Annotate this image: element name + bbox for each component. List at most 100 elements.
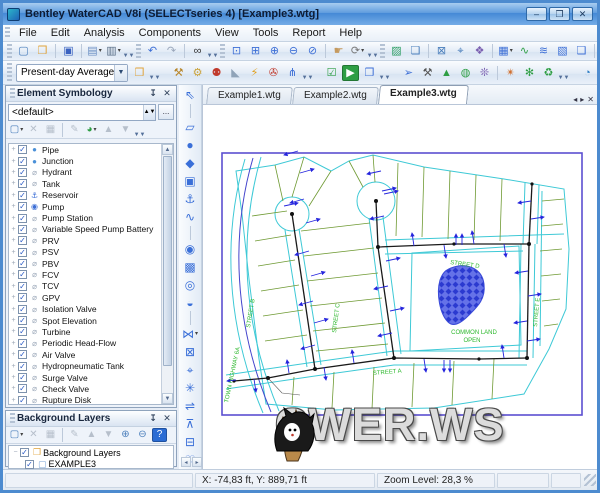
help-button[interactable]: ? (152, 428, 167, 442)
pin-button[interactable]: ↧ (146, 412, 160, 425)
expand-icon[interactable]: + (9, 169, 18, 176)
tab-scroll-left-button[interactable]: ◂ (573, 95, 577, 104)
expand-icon[interactable]: + (9, 226, 18, 233)
background-image-button[interactable]: ▨ (388, 43, 405, 59)
move-up-button[interactable]: ▲ (84, 428, 99, 442)
expand-icon[interactable]: + (9, 158, 18, 165)
checkbox[interactable]: ✓ (18, 373, 27, 382)
minimize-button[interactable]: – (526, 7, 547, 21)
maximize-button[interactable]: ❐ (549, 7, 570, 21)
zoom-previous-button[interactable]: ⊘ (304, 43, 321, 59)
close-panel-button[interactable]: ✕ (160, 87, 174, 100)
zoom-out-button[interactable]: ⊖ (285, 43, 302, 59)
checkbox[interactable]: ✓ (20, 448, 29, 458)
undo-button[interactable]: ↶ (144, 43, 161, 59)
select-by-element-button[interactable]: ⌖ (452, 43, 469, 59)
menu-item-file[interactable]: File (12, 26, 44, 40)
scroll-left-icon[interactable]: ◂ (181, 457, 191, 467)
contours-button[interactable]: ▧ (554, 43, 571, 59)
color-coding-button[interactable]: ◕ ▾ (84, 123, 99, 137)
checkbox[interactable]: ✓ (18, 167, 27, 177)
bentley-cloud-button[interactable]: ◔ (579, 65, 596, 81)
aerial-view-button[interactable]: ⊠ (433, 43, 450, 59)
reservoir-tool-button[interactable]: ⚓ (181, 190, 200, 208)
new-button[interactable]: ▢ (15, 43, 32, 59)
expand-icon[interactable]: + (9, 363, 18, 370)
expand-icon[interactable]: + (9, 385, 18, 392)
symbology-item-fcv[interactable]: + ✓ ⌀ FCV (9, 269, 161, 280)
air-valve-tool-button[interactable]: ⊼ (181, 415, 200, 433)
rename-layer-button[interactable]: ▦ (43, 428, 58, 442)
toolbar-overflow-icon[interactable]: ▼▼ (302, 65, 314, 81)
symbology-item-psv[interactable]: + ✓ ⌀ PSV (9, 247, 161, 258)
customer-meter-tool-button[interactable]: ◒ (181, 294, 200, 312)
toolbar-overflow-icon[interactable]: ▼▼ (379, 65, 391, 81)
checkbox[interactable]: ✓ (18, 190, 27, 200)
isolation-valve-tool-button[interactable]: ⊠ (181, 343, 200, 361)
expand-icon[interactable]: + (9, 317, 18, 324)
layers-button[interactable]: ❏ (407, 43, 424, 59)
pipe-tool-button[interactable]: ▱ (181, 118, 200, 136)
open-button[interactable]: ❒ (34, 43, 51, 59)
valve-tool-button[interactable]: ⋈ ▾ (181, 325, 200, 343)
hyperlinks-button[interactable]: ✇ (265, 65, 282, 81)
resize-grip[interactable] (584, 474, 596, 486)
pushpin-button[interactable]: ✴ (502, 65, 519, 81)
symbology-item-isolation-valve[interactable]: + ✓ ⌀ Isolation Valve (9, 303, 161, 314)
checkbox[interactable]: ✓ (18, 224, 27, 234)
close-panel-button[interactable]: ✕ (160, 412, 174, 425)
symbology-item-pump[interactable]: + ✓ ◉ Pump (9, 201, 161, 212)
expand-icon[interactable]: + (9, 146, 18, 153)
scenario-select[interactable]: Present-day Average ▼ (16, 63, 128, 82)
collapse-icon[interactable]: − (11, 449, 20, 456)
checkbox[interactable]: ✓ (18, 179, 27, 189)
expand-icon[interactable]: + (9, 260, 18, 267)
checkbox[interactable]: ✓ (18, 259, 27, 269)
checkbox[interactable]: ✓ (18, 350, 27, 360)
toolbar-overflow-icon[interactable]: ▼▼ (134, 122, 146, 138)
expand-icon[interactable]: + (9, 340, 18, 347)
edit-layer-button[interactable]: ✎ (67, 428, 82, 442)
prototypes-button[interactable]: ◣ (227, 65, 244, 81)
symbology-item-rupture-disk[interactable]: + ✓ ⌀ Rupture Disk (9, 395, 161, 404)
symbology-item-pump-station[interactable]: + ✓ ⌀ Pump Station (9, 212, 161, 223)
selection-sets-button[interactable]: ➢ (400, 65, 417, 81)
tab-close-button[interactable]: ✕ (587, 95, 594, 104)
symbology-item-junction[interactable]: + ✓ ● Junction (9, 155, 161, 166)
expand-icon[interactable]: + (9, 203, 18, 210)
menu-item-report[interactable]: Report (285, 26, 332, 40)
new-layer-button[interactable]: ▢ ▾ (9, 428, 24, 442)
element-symbology-button[interactable]: ❑ (573, 43, 590, 59)
checkbox[interactable]: ✓ (18, 202, 27, 212)
symbology-item-variable-speed-pump-battery[interactable]: + ✓ ⌀ Variable Speed Pump Battery (9, 224, 161, 235)
menu-item-view[interactable]: View (208, 26, 246, 40)
toolbar-overflow-icon[interactable]: ▼▼ (367, 43, 379, 59)
pan-button[interactable]: ☛ (330, 43, 347, 59)
hydrant-tool-button[interactable]: ◆ (181, 154, 200, 172)
zoom-extents-button[interactable]: ⊞ (247, 43, 264, 59)
layout-toolbar-scroller[interactable]: ◂ ▸ (181, 457, 202, 468)
toolbar-overflow-icon[interactable]: ▼▼ (123, 43, 135, 59)
engineering-standards-button[interactable]: ⚡ (246, 65, 263, 81)
flextables-button[interactable]: ▦ ▾ (497, 43, 514, 59)
validate-button[interactable]: ☑ (323, 65, 340, 81)
tab-example3-wtg[interactable]: Example3.wtg (377, 85, 469, 104)
scenarios-button[interactable]: ❒ (131, 65, 148, 81)
checkbox[interactable]: ✓ (18, 213, 27, 223)
checkbox[interactable]: ✓ (18, 156, 27, 166)
move-down-button[interactable]: ▼ (101, 428, 116, 442)
symbology-item-hydropneumatic-tank[interactable]: + ✓ ⌀ Hydropneumatic Tank (9, 360, 161, 371)
delete-symbology-button[interactable]: ✕ (26, 123, 41, 137)
checkbox[interactable]: ✓ (18, 338, 27, 348)
checkbox[interactable]: ✓ (18, 395, 27, 404)
checkbox[interactable]: ✓ (18, 281, 27, 291)
menu-item-analysis[interactable]: Analysis (77, 26, 132, 40)
symbology-item-spot-elevation[interactable]: + ✓ ⌀ Spot Elevation (9, 315, 161, 326)
tree-row-root[interactable]: − ✓ ❒ Background Layers (11, 447, 171, 459)
checkbox[interactable]: ✓ (18, 327, 27, 337)
queries-button[interactable]: ❖ (471, 43, 488, 59)
symbology-item-pipe[interactable]: + ✓ ● Pipe (9, 144, 161, 155)
expand-icon[interactable]: + (9, 397, 18, 404)
print-preview-button[interactable]: ▤ ▾ (86, 43, 103, 59)
compute-button[interactable]: ▶ (342, 64, 359, 81)
